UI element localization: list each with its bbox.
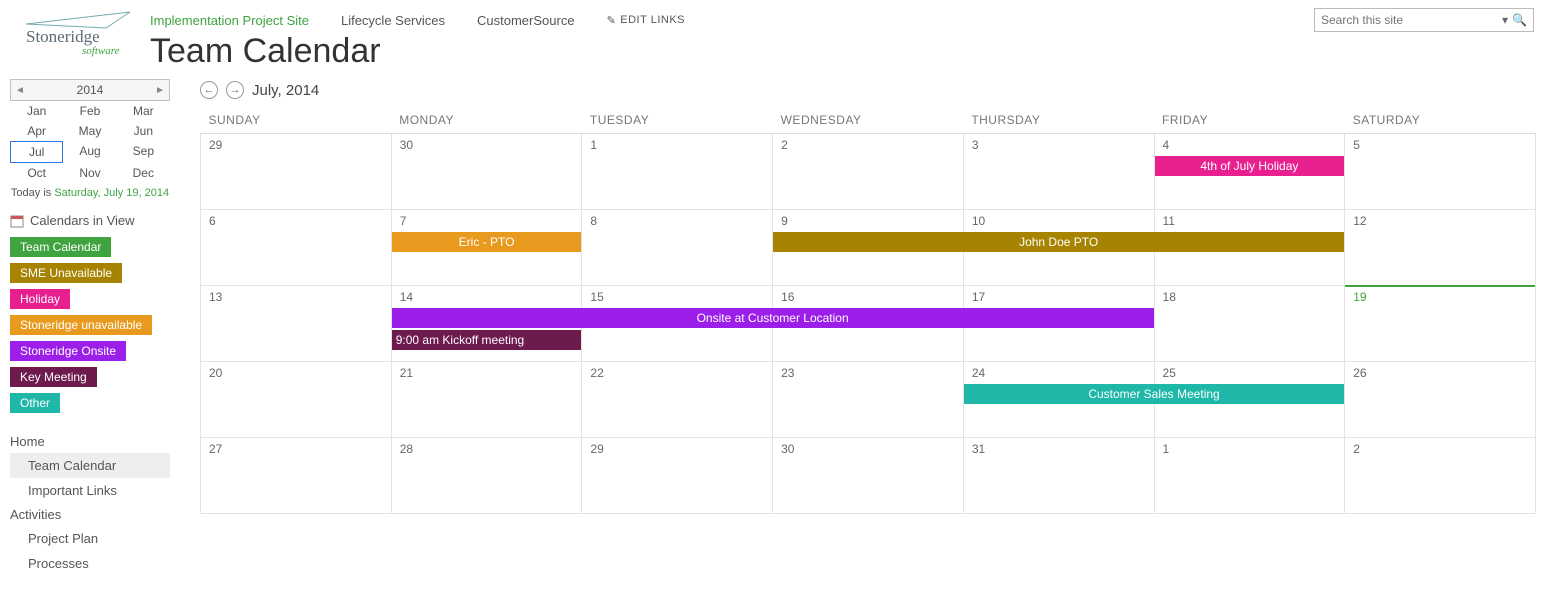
nav-processes[interactable]: Processes: [10, 551, 170, 576]
year-next-button[interactable]: ►: [151, 85, 169, 96]
legend-holiday[interactable]: Holiday: [10, 289, 70, 309]
day-header: MONDAY: [391, 107, 582, 134]
legend-team-calendar[interactable]: Team Calendar: [10, 237, 111, 257]
month-jul[interactable]: Jul: [10, 141, 63, 163]
calendar-cell[interactable]: 17: [963, 286, 1154, 362]
month-aug[interactable]: Aug: [63, 141, 116, 163]
calendar-cell[interactable]: 13: [201, 286, 392, 362]
search-input[interactable]: [1319, 12, 1500, 28]
month-may[interactable]: May: [63, 121, 116, 141]
month-mar[interactable]: Mar: [117, 101, 170, 121]
month-dec[interactable]: Dec: [117, 163, 170, 183]
nav-lifecycle-services[interactable]: Lifecycle Services: [341, 13, 445, 28]
day-header: TUESDAY: [582, 107, 773, 134]
calendar-cell[interactable]: 9John Doe PTO: [773, 210, 964, 286]
calendar-cell[interactable]: 28: [391, 438, 582, 514]
calendar-cell[interactable]: 29: [201, 134, 392, 210]
calendar-cell[interactable]: 20: [201, 362, 392, 438]
nav-team-calendar[interactable]: Team Calendar: [10, 453, 170, 478]
year-prev-button[interactable]: ◄: [11, 85, 29, 96]
calendar-cell[interactable]: 2: [1345, 438, 1536, 514]
calendar-cell[interactable]: 16: [773, 286, 964, 362]
calendar-cell[interactable]: 30: [773, 438, 964, 514]
calendar-cell[interactable]: 15: [582, 286, 773, 362]
svg-text:software: software: [82, 45, 120, 57]
calendar-cell[interactable]: 5: [1345, 134, 1536, 210]
event-eric-pto[interactable]: Eric - PTO: [392, 232, 582, 252]
calendar-cell[interactable]: 24Customer Sales Meeting: [963, 362, 1154, 438]
search-dropdown-icon[interactable]: ▾: [1500, 13, 1510, 27]
month-grid: JanFebMar AprMayJun JulAugSep OctNovDec: [10, 101, 170, 183]
event-kickoff[interactable]: 9:00 am Kickoff meeting: [392, 330, 582, 350]
nav-project-plan[interactable]: Project Plan: [10, 526, 170, 551]
month-jan[interactable]: Jan: [10, 101, 63, 121]
day-header: WEDNESDAY: [773, 107, 964, 134]
nav-implementation-project-site[interactable]: Implementation Project Site: [150, 13, 309, 28]
nav-customersource[interactable]: CustomerSource: [477, 13, 575, 28]
calendar-grid: SUNDAYMONDAYTUESDAYWEDNESDAYTHURSDAYFRID…: [200, 107, 1536, 514]
day-header: SATURDAY: [1345, 107, 1536, 134]
calendars-in-view-header: Calendars in View: [10, 213, 170, 228]
calendar-cell[interactable]: 25: [1154, 362, 1345, 438]
calendar-cell[interactable]: 2: [773, 134, 964, 210]
day-header: FRIDAY: [1154, 107, 1345, 134]
legend-sme-unavailable[interactable]: SME Unavailable: [10, 263, 122, 283]
calendar-next-button[interactable]: →: [226, 81, 244, 99]
calendar-cell[interactable]: 11: [1154, 210, 1345, 286]
today-line: Today is Saturday, July 19, 2014: [10, 183, 170, 209]
calendar-cell[interactable]: 21: [391, 362, 582, 438]
calendar-cell[interactable]: 8: [582, 210, 773, 286]
calendar-cell[interactable]: 44th of July Holiday: [1154, 134, 1345, 210]
calendar-cell[interactable]: 10: [963, 210, 1154, 286]
search-icon[interactable]: 🔍: [1510, 13, 1529, 27]
pencil-icon: ✎: [607, 14, 617, 27]
year-picker: ◄ 2014 ►: [10, 79, 170, 101]
legend-other[interactable]: Other: [10, 393, 60, 413]
calendar-cell[interactable]: 1: [1154, 438, 1345, 514]
year-label: 2014: [77, 83, 104, 97]
search-box[interactable]: ▾ 🔍: [1314, 8, 1534, 32]
calendar-icon: [10, 214, 24, 228]
calendar-cell[interactable]: 23: [773, 362, 964, 438]
page-title: Team Calendar: [150, 32, 1314, 71]
nav-activities[interactable]: Activities: [10, 503, 170, 526]
legend-key-meeting[interactable]: Key Meeting: [10, 367, 97, 387]
month-feb[interactable]: Feb: [63, 101, 116, 121]
nav-home[interactable]: Home: [10, 430, 170, 453]
month-jun[interactable]: Jun: [117, 121, 170, 141]
month-sep[interactable]: Sep: [117, 141, 170, 163]
calendar-cell[interactable]: 30: [391, 134, 582, 210]
calendar-cell[interactable]: 1: [582, 134, 773, 210]
calendar-cell[interactable]: 7Eric - PTO: [391, 210, 582, 286]
month-oct[interactable]: Oct: [10, 163, 63, 183]
calendar-cell[interactable]: 19: [1345, 286, 1536, 362]
nav-important-links[interactable]: Important Links: [10, 478, 170, 503]
calendar-cell[interactable]: 29: [582, 438, 773, 514]
calendar-cell[interactable]: 6: [201, 210, 392, 286]
legend-stoneridge-onsite[interactable]: Stoneridge Onsite: [10, 341, 126, 361]
calendar-cell[interactable]: 31: [963, 438, 1154, 514]
calendar-cell[interactable]: 27: [201, 438, 392, 514]
calendar-cell[interactable]: 12: [1345, 210, 1536, 286]
day-header: SUNDAY: [201, 107, 392, 134]
month-apr[interactable]: Apr: [10, 121, 63, 141]
day-header: THURSDAY: [963, 107, 1154, 134]
edit-links-button[interactable]: ✎ EDIT LINKS: [607, 14, 685, 27]
calendar-title: July, 2014: [252, 82, 319, 99]
event-fourth-july[interactable]: 4th of July Holiday: [1155, 156, 1345, 176]
calendar-cell[interactable]: 26: [1345, 362, 1536, 438]
legend-stoneridge-unavailable[interactable]: Stoneridge unavailable: [10, 315, 152, 335]
logo: Stoneridge software: [18, 8, 138, 58]
calendar-prev-button[interactable]: ←: [200, 81, 218, 99]
calendar-cell[interactable]: 22: [582, 362, 773, 438]
calendar-cell[interactable]: 3: [963, 134, 1154, 210]
month-nov[interactable]: Nov: [63, 163, 116, 183]
calendar-cell[interactable]: 14Onsite at Customer Location9:00 am Kic…: [391, 286, 582, 362]
calendar-cell[interactable]: 18: [1154, 286, 1345, 362]
svg-text:Stoneridge: Stoneridge: [26, 27, 100, 46]
